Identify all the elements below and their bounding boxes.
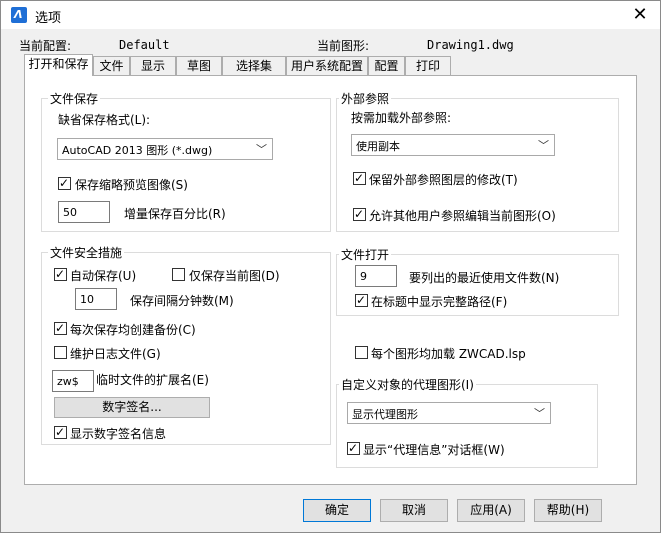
tab-files[interactable]: 文件 (93, 56, 130, 75)
retain-xref-changes-checkbox[interactable] (353, 170, 366, 186)
full-path-checkbox[interactable] (355, 292, 368, 308)
save-current-only-label: 仅保存当前图(D) (189, 269, 280, 283)
full-path-label: 在标题中显示完整路径(F) (371, 295, 508, 309)
show-proxy-dialog-checkbox[interactable] (347, 440, 360, 456)
tab-panel-open-save: 文件保存 缺省保存格式(L): AutoCAD 2013 图形 (*.dwg) … (24, 75, 637, 485)
file-safety-title: 文件安全措施 (48, 244, 125, 261)
demand-load-label: 按需加载外部参照: (351, 111, 452, 125)
proxy-group: 自定义对象的代理图形(I) 显示代理图形 ﹀ 显示“代理信息”对话框(W) (336, 376, 598, 468)
temp-ext-input[interactable]: zw$ (52, 370, 94, 392)
recent-files-input[interactable]: 9 (355, 265, 397, 287)
retain-xref-changes-label: 保留外部参照图层的修改(T) (369, 173, 518, 187)
show-proxy-dialog-label: 显示“代理信息”对话框(W) (363, 443, 505, 457)
show-signature-checkbox[interactable] (54, 424, 67, 440)
window-title: 选项 (35, 11, 62, 26)
file-open-title: 文件打开 (339, 246, 392, 263)
current-drawing-value: Drawing1.dwg (427, 38, 514, 52)
ok-button[interactable]: 确定 (303, 499, 371, 522)
recent-files-label: 要列出的最近使用文件数(N) (409, 271, 560, 285)
show-signature-label: 显示数字签名信息 (70, 427, 167, 441)
title-bar: Λ 选项 ✕ (1, 1, 660, 29)
options-dialog: Λ 选项 ✕ 当前配置: Default 当前图形: Drawing1.dwg … (0, 0, 661, 533)
cancel-button[interactable]: 取消 (380, 499, 448, 522)
allow-ref-edit-label: 允许其他用户参照编辑当前图形(O) (369, 209, 556, 223)
default-format-value: AutoCAD 2013 图形 (*.dwg) (62, 144, 213, 157)
load-zwcad-lsp-label: 每个图形均加载 ZWCAD.lsp (371, 347, 526, 361)
create-backup-label: 每次保存均创建备份(C) (70, 323, 196, 337)
tab-plot[interactable]: 打印 (405, 56, 451, 75)
tab-user-preferences[interactable]: 用户系统配置 (286, 56, 368, 75)
xref-title: 外部参照 (339, 90, 392, 107)
help-button[interactable]: 帮助(H) (534, 499, 602, 522)
save-thumbnail-checkbox[interactable] (58, 175, 71, 191)
tab-drafting[interactable]: 草图 (176, 56, 222, 75)
tab-display[interactable]: 显示 (130, 56, 176, 75)
allow-ref-edit-checkbox[interactable] (353, 206, 366, 222)
autosave-interval-input[interactable]: 10 (75, 288, 117, 310)
log-file-label: 维护日志文件(G) (70, 347, 161, 361)
load-zwcad-lsp-checkbox[interactable] (355, 346, 368, 359)
chevron-down-icon: ﹀ (534, 407, 545, 420)
proxy-graphics-value: 显示代理图形 (352, 408, 418, 421)
incremental-save-label: 增量保存百分比(R) (124, 207, 226, 221)
app-icon: Λ (11, 7, 27, 23)
demand-load-value: 使用副本 (356, 140, 400, 153)
log-file-checkbox[interactable] (54, 346, 67, 359)
chevron-down-icon: ﹀ (256, 143, 267, 156)
file-open-group: 文件打开 9 要列出的最近使用文件数(N) 在标题中显示完整路径(F) (336, 246, 619, 316)
tab-selection[interactable]: 选择集 (222, 56, 286, 75)
digital-signature-button[interactable]: 数字签名... (54, 397, 210, 418)
current-drawing-label: 当前图形: (317, 39, 370, 53)
save-current-only-checkbox[interactable] (172, 268, 185, 281)
proxy-title: 自定义对象的代理图形(I) (339, 376, 476, 393)
chevron-down-icon: ﹀ (538, 139, 549, 152)
autosave-interval-label: 保存间隔分钟数(M) (130, 294, 234, 308)
incremental-save-input[interactable]: 50 (58, 201, 110, 223)
default-format-select[interactable]: AutoCAD 2013 图形 (*.dwg) ﹀ (57, 138, 273, 160)
proxy-graphics-select[interactable]: 显示代理图形 ﹀ (347, 402, 551, 424)
temp-ext-label: 临时文件的扩展名(E) (96, 373, 209, 387)
file-save-title: 文件保存 (48, 90, 101, 107)
apply-button[interactable]: 应用(A) (457, 499, 525, 522)
tab-profiles[interactable]: 配置 (368, 56, 405, 75)
current-profile-value: Default (119, 38, 170, 52)
save-thumbnail-label: 保存缩略预览图像(S) (75, 178, 188, 192)
current-profile-label: 当前配置: (19, 39, 72, 53)
create-backup-checkbox[interactable] (54, 320, 67, 336)
autosave-checkbox[interactable] (54, 266, 67, 282)
file-save-group: 文件保存 缺省保存格式(L): AutoCAD 2013 图形 (*.dwg) … (41, 90, 331, 232)
file-safety-group: 文件安全措施 自动保存(U) 仅保存当前图(D) 10 保存间隔分钟数(M) 每… (41, 244, 331, 445)
tab-open-save[interactable]: 打开和保存 (24, 54, 93, 76)
close-icon[interactable]: ✕ (629, 4, 651, 26)
demand-load-select[interactable]: 使用副本 ﹀ (351, 134, 555, 156)
autosave-label: 自动保存(U) (70, 269, 137, 283)
default-format-label: 缺省保存格式(L): (58, 113, 151, 127)
xref-group: 外部参照 按需加载外部参照: 使用副本 ﹀ 保留外部参照图层的修改(T) 允许其… (336, 90, 619, 232)
